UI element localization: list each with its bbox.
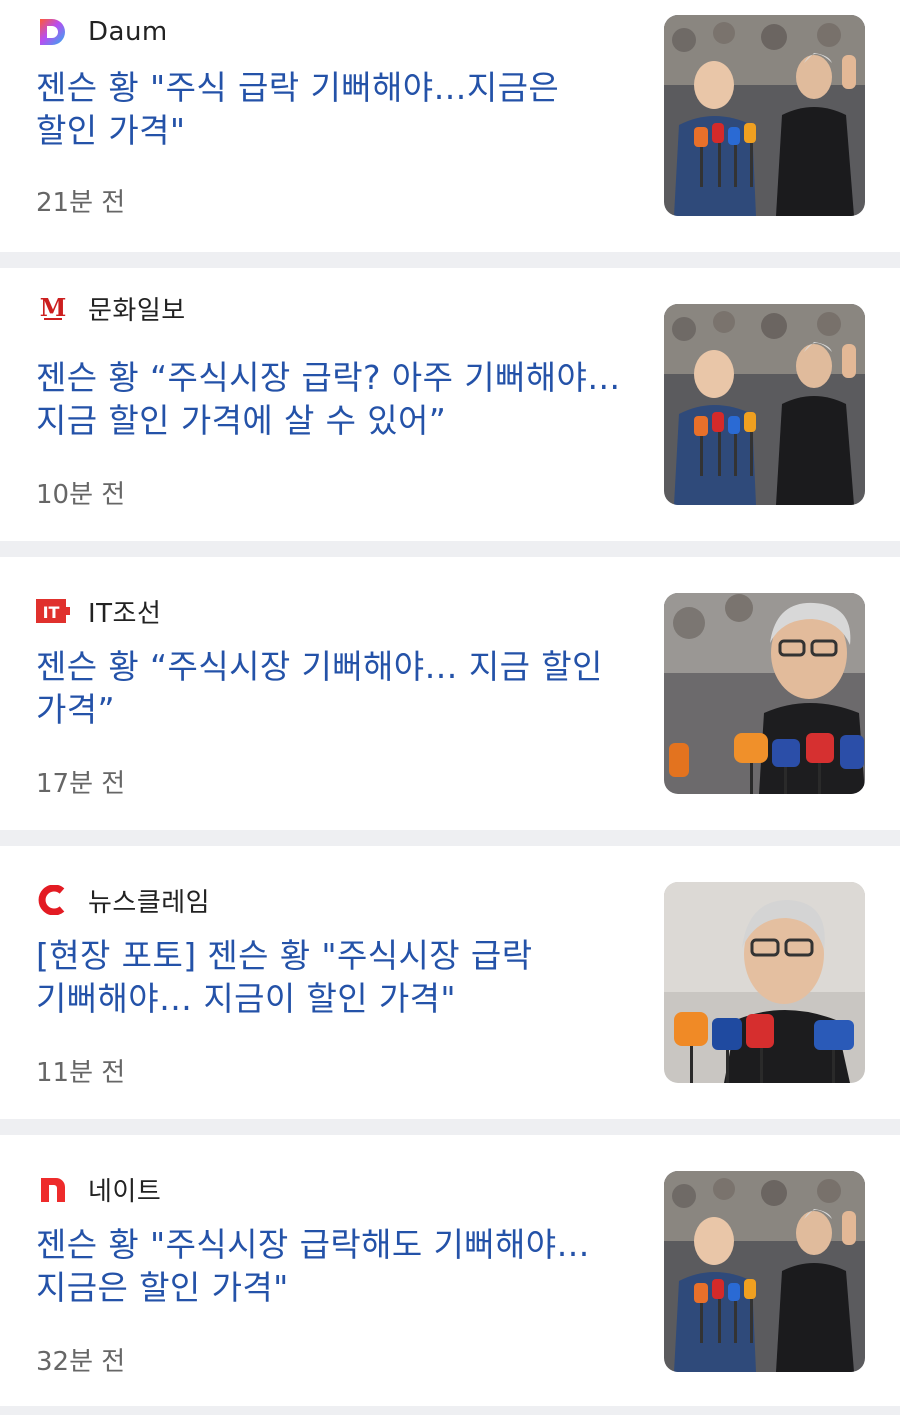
source-name: Daum — [88, 17, 168, 47]
news-card[interactable]: IT IT조선 젠슨 황 “주식시장 기뻐해야… 지금 할인 가격” 17분 전 — [0, 557, 900, 809]
news-card[interactable]: M 문화일보 젠슨 황 “주식시장 급락? 아주 기뻐해야…지금 할인 가격에 … — [0, 268, 900, 520]
card-divider — [0, 830, 900, 846]
news-time: 17분 전 — [36, 769, 126, 799]
news-time: 10분 전 — [36, 480, 126, 510]
news-time: 32분 전 — [36, 1347, 126, 1377]
news-card[interactable]: 네이트 젠슨 황 "주식시장 급락해도 기뻐해야…지금은 할인 가격" 32분 … — [0, 1135, 900, 1387]
card-divider — [0, 1406, 900, 1415]
news-source: IT IT조선 — [36, 593, 161, 629]
news-source: Daum — [36, 14, 168, 50]
card-divider — [0, 252, 900, 268]
news-headline[interactable]: 젠슨 황 "주식시장 급락해도 기뻐해야…지금은 할인 가격" — [36, 1223, 624, 1309]
source-name: 네이트 — [88, 1176, 162, 1207]
news-source: M 문화일보 — [36, 290, 186, 326]
news-time: 11분 전 — [36, 1058, 126, 1088]
news-headline[interactable]: 젠슨 황 "주식 급락 기뻐해야…지금은 할인 가격" — [36, 66, 624, 152]
card-divider — [0, 1119, 900, 1135]
nate-logo-icon — [36, 1172, 70, 1206]
news-thumbnail[interactable] — [664, 593, 865, 794]
news-feed: Daum 젠슨 황 "주식 급락 기뻐해야…지금은 할인 가격" 21분 전 M… — [0, 0, 900, 1415]
card-divider — [0, 541, 900, 557]
svg-text:IT: IT — [43, 603, 60, 622]
news-thumbnail[interactable] — [664, 304, 865, 505]
svg-text:M: M — [40, 293, 67, 322]
news-headline[interactable]: [현장 포토] 젠슨 황 "주식시장 급락 기뻐해야… 지금이 할인 가격" — [36, 934, 624, 1020]
news-card[interactable]: Daum 젠슨 황 "주식 급락 기뻐해야…지금은 할인 가격" 21분 전 — [0, 0, 900, 252]
daum-logo-icon — [36, 15, 70, 49]
source-name: IT조선 — [88, 598, 162, 629]
itchosun-logo-icon: IT — [36, 594, 70, 628]
news-headline[interactable]: 젠슨 황 “주식시장 기뻐해야… 지금 할인 가격” — [36, 645, 624, 731]
news-headline[interactable]: 젠슨 황 “주식시장 급락? 아주 기뻐해야…지금 할인 가격에 살 수 있어” — [36, 356, 624, 442]
news-thumbnail[interactable] — [664, 882, 865, 1083]
source-name: 뉴스클레임 — [88, 887, 211, 918]
news-time: 21분 전 — [36, 188, 126, 218]
news-thumbnail[interactable] — [664, 1171, 865, 1372]
munhwa-logo-icon: M — [36, 291, 70, 325]
newsclaim-logo-icon — [36, 883, 70, 917]
news-thumbnail[interactable] — [664, 15, 865, 216]
news-source: 네이트 — [36, 1171, 161, 1207]
source-name: 문화일보 — [88, 295, 186, 326]
news-card[interactable]: 뉴스클레임 [현장 포토] 젠슨 황 "주식시장 급락 기뻐해야… 지금이 할인… — [0, 846, 900, 1098]
news-source: 뉴스클레임 — [36, 882, 210, 918]
